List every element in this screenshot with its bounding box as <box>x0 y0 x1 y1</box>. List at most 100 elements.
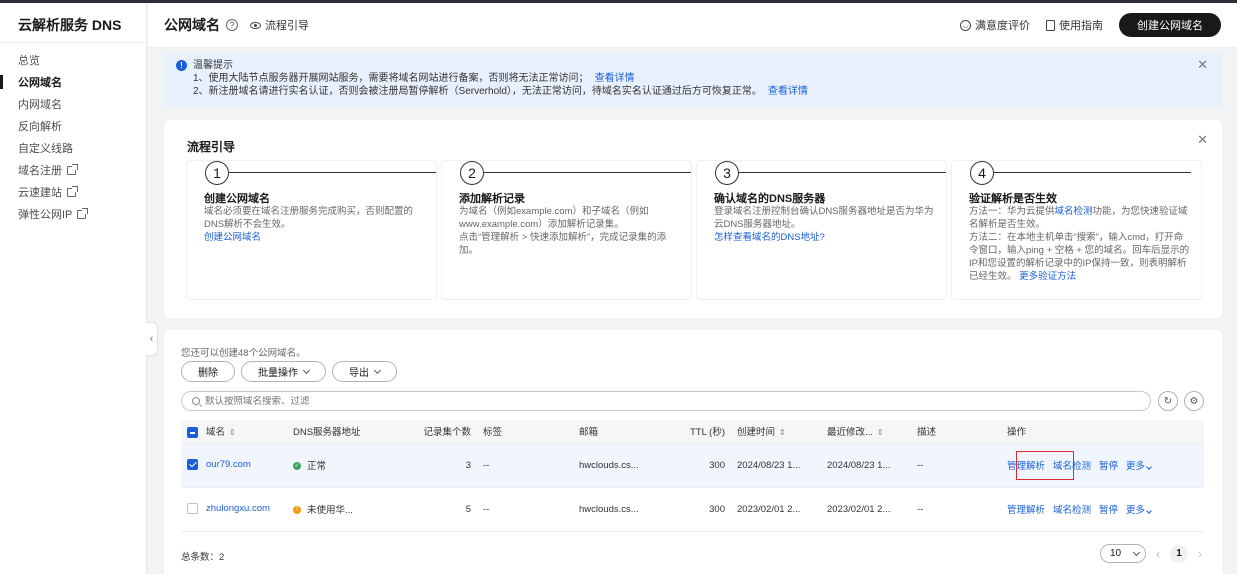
current-page[interactable]: 1 <box>1170 544 1188 563</box>
sidebar-list: 总览 公网域名 内网域名 反向解析 自定义线路 域名注册 云速建站 弹性公网IP <box>0 43 146 225</box>
more-verify-methods-link[interactable]: 更多验证方法 <box>1019 271 1076 282</box>
eye-icon <box>250 21 261 29</box>
guide-link[interactable]: 流程引导 <box>250 17 309 33</box>
page-title: 公网域名 <box>164 17 220 33</box>
chevron-down-icon <box>1146 508 1152 514</box>
column-header-domain[interactable]: 域名 ⇕ <box>181 420 287 444</box>
create-domain-button[interactable]: 创建公网域名 <box>1119 13 1221 37</box>
step-connector <box>739 172 946 173</box>
sidebar-item-elastic-ip[interactable]: 弹性公网IP <box>0 203 146 225</box>
sort-icon[interactable]: ⇕ <box>229 428 236 437</box>
tags-cell: -- <box>477 443 573 488</box>
gear-icon: ⚙ <box>1189 395 1199 407</box>
sidebar-item-custom-line[interactable]: 自定义线路 <box>0 137 146 159</box>
email-cell: hwclouds.cs... <box>573 443 661 488</box>
table-toolbar: 删除 批量操作 导出 <box>181 361 397 382</box>
sidebar: 云解析服务 DNS 总览 公网域名 内网域名 反向解析 自定义线路 域名注册 云… <box>0 3 147 574</box>
refresh-button[interactable]: ↻ <box>1158 391 1178 411</box>
manual-link[interactable]: 使用指南 <box>1046 17 1103 33</box>
highlight-box <box>1016 451 1074 480</box>
step-title: 添加解析记录 <box>459 193 525 205</box>
search-box[interactable] <box>181 391 1151 411</box>
email-cell: hwclouds.cs... <box>573 487 661 532</box>
column-header-modified[interactable]: 最近修改... ⇕ <box>821 420 911 444</box>
search-icon <box>192 397 200 405</box>
batch-operation-label: 批量操作 <box>258 368 298 379</box>
pause-link[interactable]: 暂停 <box>1099 461 1118 472</box>
created-cell: 2023/02/01 2... <box>731 487 821 532</box>
sidebar-collapse-button[interactable]: ‹ <box>146 322 158 356</box>
export-label: 导出 <box>349 368 369 379</box>
search-input[interactable] <box>205 395 1150 407</box>
column-label: 域名 <box>206 427 226 439</box>
sidebar-item-label: 域名注册 <box>18 165 62 177</box>
row-checkbox[interactable] <box>187 459 198 471</box>
sidebar-item-private-domain[interactable]: 内网域名 <box>0 93 146 115</box>
dns-address-help-link[interactable]: 怎样查看域名的DNS地址? <box>714 232 825 243</box>
status-cell: ✓ 正常 <box>287 443 393 488</box>
sidebar-item-reverse-resolution[interactable]: 反向解析 <box>0 115 146 137</box>
table-header-row: 域名 ⇕ DNS服务器地址 记录集个数 标签 邮箱 TTL (秒) 创建时间 ⇕ 最… <box>181 420 1204 444</box>
sort-icon[interactable]: ⇕ <box>877 428 884 437</box>
step-number: 3 <box>715 161 739 185</box>
sort-icon[interactable]: ⇕ <box>779 428 786 437</box>
sidebar-item-overview[interactable]: 总览 <box>0 49 146 71</box>
column-header-email: 邮箱 <box>573 420 661 444</box>
step-connector <box>229 172 436 173</box>
step-connector <box>994 172 1191 173</box>
domain-link[interactable]: zhulongxu.com <box>206 504 270 515</box>
notice-line-1-link[interactable]: 查看详情 <box>595 73 635 84</box>
notice-line-2: 2、新注册域名请进行实名认证，否则会被注册局暂停解析（Serverhold），无… <box>193 86 762 97</box>
next-page-icon[interactable]: › <box>1198 547 1202 561</box>
step-description: 域名必须要在域名注册服务完成购买，否则配置的DNS解析不会生效。 创建公网域名 <box>204 205 426 244</box>
status-cell: ! 未使用华... <box>287 487 393 532</box>
create-domain-link[interactable]: 创建公网域名 <box>204 232 261 243</box>
pagination: 10 ‹ 1 › <box>1100 544 1202 563</box>
desc-cell: -- <box>911 443 1001 488</box>
sidebar-item-domain-registration[interactable]: 域名注册 <box>0 159 146 181</box>
sidebar-title: 云解析服务 DNS <box>0 3 146 43</box>
prev-page-icon[interactable]: ‹ <box>1156 547 1160 561</box>
help-icon[interactable]: ? <box>226 19 238 31</box>
column-header-desc: 描述 <box>911 420 1001 444</box>
step-title: 验证解析是否生效 <box>969 193 1057 205</box>
row-checkbox[interactable] <box>187 503 198 515</box>
page-header: 公网域名 ? 流程引导 ◡ 满意度评价 使用指南 创建公网域名 <box>148 3 1237 48</box>
manage-resolution-link[interactable]: 管理解析 <box>1007 505 1045 516</box>
actions-cell: 管理解析 域名检测 暂停 更多 <box>1001 487 1204 532</box>
records-cell: 3 <box>393 443 477 488</box>
guide-step-4: 4 验证解析是否生效 方法一：华为云提供域名检测功能，为您快速验证域名解析是否生… <box>951 160 1202 300</box>
sidebar-item-label: 内网域名 <box>18 99 62 111</box>
domain-check-link[interactable]: 域名检测 <box>1053 505 1091 516</box>
guide-close-icon[interactable]: ✕ <box>1197 132 1208 148</box>
chevron-down-icon <box>1133 548 1141 556</box>
domain-link[interactable]: our79.com <box>206 460 251 471</box>
table-row[interactable]: zhulongxu.com ! 未使用华... 5 -- hwclouds.cs.… <box>181 487 1204 532</box>
more-dropdown[interactable]: 更多 <box>1126 461 1152 472</box>
column-header-records: 记录集个数 <box>393 420 477 444</box>
select-all-checkbox[interactable] <box>187 427 198 439</box>
page-size-value: 10 <box>1110 548 1122 559</box>
more-dropdown[interactable]: 更多 <box>1126 505 1152 516</box>
created-cell: 2024/08/23 1... <box>731 443 821 488</box>
settings-button[interactable]: ⚙ <box>1184 391 1204 411</box>
notice-close-icon[interactable]: ✕ <box>1197 58 1208 71</box>
step-description-text-2: 方法二：在本地主机单击“搜索”，输入cmd，打开命令窗口，输入ping + 空格… <box>969 232 1190 282</box>
page-size-select[interactable]: 10 <box>1100 544 1146 563</box>
domain-check-link[interactable]: 域名检测 <box>1055 206 1093 217</box>
delete-button[interactable]: 删除 <box>181 361 235 382</box>
sidebar-item-site-builder[interactable]: 云速建站 <box>0 181 146 203</box>
batch-operation-button[interactable]: 批量操作 <box>241 361 326 382</box>
column-header-actions: 操作 <box>1001 420 1204 444</box>
step-description: 方法一：华为云提供域名检测功能，为您快速验证域名解析是否生效。 方法二：在本地主… <box>969 205 1191 283</box>
guide-step-1: 1 创建公网域名 域名必须要在域名注册服务完成购买，否则配置的DNS解析不会生效… <box>186 160 437 300</box>
notice-line-2-link[interactable]: 查看详情 <box>768 86 808 97</box>
sidebar-item-label: 总览 <box>18 55 40 67</box>
satisfaction-link[interactable]: ◡ 满意度评价 <box>960 17 1030 33</box>
column-header-created[interactable]: 创建时间 ⇕ <box>731 420 821 444</box>
step-description-text-2: 点击“管理解析 > 快速添加解析”，完成记录集的添加。 <box>459 232 667 256</box>
export-button[interactable]: 导出 <box>332 361 397 382</box>
pause-link[interactable]: 暂停 <box>1099 505 1118 516</box>
sidebar-item-public-domain[interactable]: 公网域名 <box>0 71 146 93</box>
step-number: 1 <box>205 161 229 185</box>
